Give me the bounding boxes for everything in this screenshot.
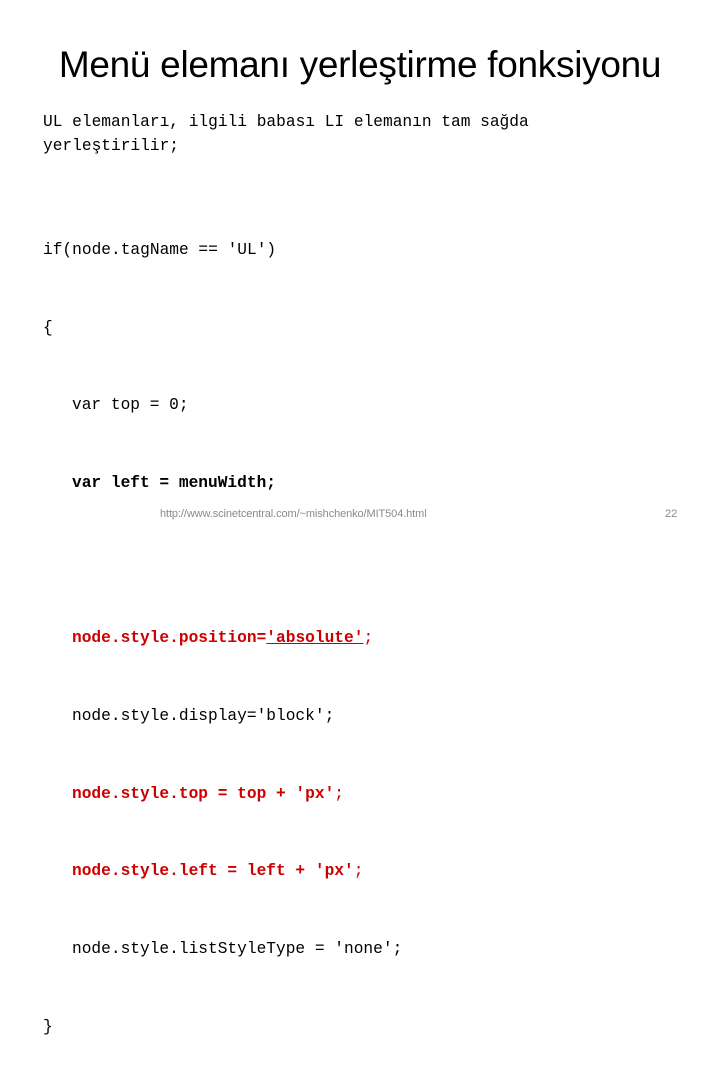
code-line-display: node.style.display='block'; — [72, 707, 335, 726]
code-line-style-left: node.style.left = left + 'px'; — [43, 859, 402, 885]
code-position-value: 'absolute' — [266, 629, 364, 648]
code-line-open-brace: { — [43, 318, 53, 337]
code-line-var-left: var left = menuWidth; — [72, 473, 276, 492]
code-position-suffix: ; — [363, 629, 374, 648]
code-line-close-brace: } — [43, 1017, 53, 1036]
code-style-left-suffix: ; — [353, 862, 364, 881]
code-line-list-style: node.style.listStyleType = 'none'; — [72, 940, 403, 959]
code-style-top-suffix: ; — [334, 784, 344, 803]
description-line-1: UL elemanları, ilgili babası LI elemanın… — [43, 113, 529, 131]
code-line-style-top: node.style.top = top + 'px'; — [43, 782, 402, 808]
code-line-var-top: var top = 0; — [72, 396, 189, 415]
page-number: 22 — [665, 508, 678, 520]
code-block: if(node.tagName == 'UL') { var top = 0; … — [43, 186, 402, 1067]
code-line-if: if(node.tagName == 'UL') — [43, 240, 277, 259]
slide-title: Menü elemanı yerleştirme fonksiyonu — [58, 44, 662, 85]
footer-url: http://www.scinetcentral.com/~mishchenko… — [160, 508, 427, 520]
code-style-left-main: node.style.left = left + 'px' — [72, 862, 354, 881]
code-line-position: node.style.position='absolute'; — [43, 626, 402, 652]
description-line-2: yerleştirilir; — [43, 137, 179, 155]
code-style-top-main: node.style.top = top + 'px' — [72, 784, 335, 803]
code-position-prefix: node.style.position= — [72, 629, 267, 648]
